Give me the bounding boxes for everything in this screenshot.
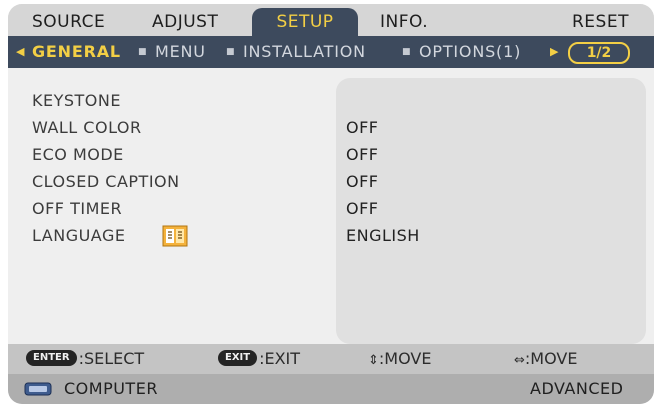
up-down-arrow-icon: ⇕ [368, 353, 379, 368]
input-source-label: COMPUTER [64, 379, 158, 398]
separator-dot: ■ [226, 47, 235, 57]
setting-closed-caption[interactable]: CLOSED CAPTION [32, 169, 180, 195]
right-arrow-icon[interactable]: ▶ [550, 36, 558, 68]
setting-language-value: ENGLISH [346, 226, 420, 245]
tab-source[interactable]: SOURCE [32, 8, 105, 36]
exit-key-icon: EXIT [218, 349, 258, 366]
page-indicator: 1/2 [568, 42, 630, 64]
source-status-bar: COMPUTER ADVANCED [8, 374, 654, 404]
separator-dot: ■ [138, 47, 147, 57]
language-icon [162, 225, 188, 247]
tab-setup[interactable]: SETUP [252, 8, 358, 36]
main-tab-bar: SOURCE ADJUST SETUP INFO. RESET [8, 4, 654, 38]
hint-select: ENTER:SELECT [26, 344, 144, 374]
setting-off-timer[interactable]: OFF TIMER [32, 196, 122, 222]
menu-mode-label: ADVANCED [530, 379, 624, 398]
hint-exit-text: :EXIT [259, 349, 301, 368]
subtab-menu[interactable]: MENU [155, 36, 206, 68]
tab-info[interactable]: INFO. [380, 8, 428, 36]
hint-exit: EXIT:EXIT [218, 344, 300, 374]
projector-osd-menu: SOURCE ADJUST SETUP INFO. RESET ◀ GENERA… [8, 4, 654, 404]
subtab-options1[interactable]: OPTIONS(1) [419, 36, 521, 68]
setting-wall-color[interactable]: WALL COLOR [32, 115, 142, 141]
key-hint-bar: ENTER:SELECT EXIT:EXIT ⇕:MOVE ⇔:MOVE [8, 344, 654, 374]
setting-keystone[interactable]: KEYSTONE [32, 88, 121, 114]
enter-key-icon: ENTER [26, 349, 77, 366]
subtab-general[interactable]: GENERAL [32, 36, 121, 68]
hint-move-vertical-text: :MOVE [378, 349, 432, 368]
left-arrow-icon[interactable]: ◀ [16, 36, 24, 68]
tab-reset[interactable]: RESET [572, 8, 629, 36]
hint-select-text: :SELECT [78, 349, 145, 368]
hint-move-vertical: ⇕:MOVE [368, 344, 431, 374]
left-right-arrow-icon: ⇔ [514, 353, 525, 368]
value-panel [336, 78, 646, 344]
subtab-installation[interactable]: INSTALLATION [243, 36, 366, 68]
settings-panel: KEYSTONE WALL COLOR OFF ECO MODE OFF CLO… [8, 68, 654, 344]
monitor-icon [24, 382, 52, 396]
setting-closed-caption-value: OFF [346, 172, 379, 191]
hint-move-horizontal-text: :MOVE [524, 349, 578, 368]
sub-tab-bar: ◀ GENERAL ■ MENU ■ INSTALLATION ■ OPTION… [8, 36, 654, 68]
setting-wall-color-value: OFF [346, 118, 379, 137]
separator-dot: ■ [402, 47, 411, 57]
setting-off-timer-value: OFF [346, 199, 379, 218]
setting-language[interactable]: LANGUAGE [32, 223, 125, 249]
hint-move-horizontal: ⇔:MOVE [514, 344, 577, 374]
setting-eco-mode-value: OFF [346, 145, 379, 164]
tab-adjust[interactable]: ADJUST [152, 8, 218, 36]
setting-eco-mode[interactable]: ECO MODE [32, 142, 124, 168]
